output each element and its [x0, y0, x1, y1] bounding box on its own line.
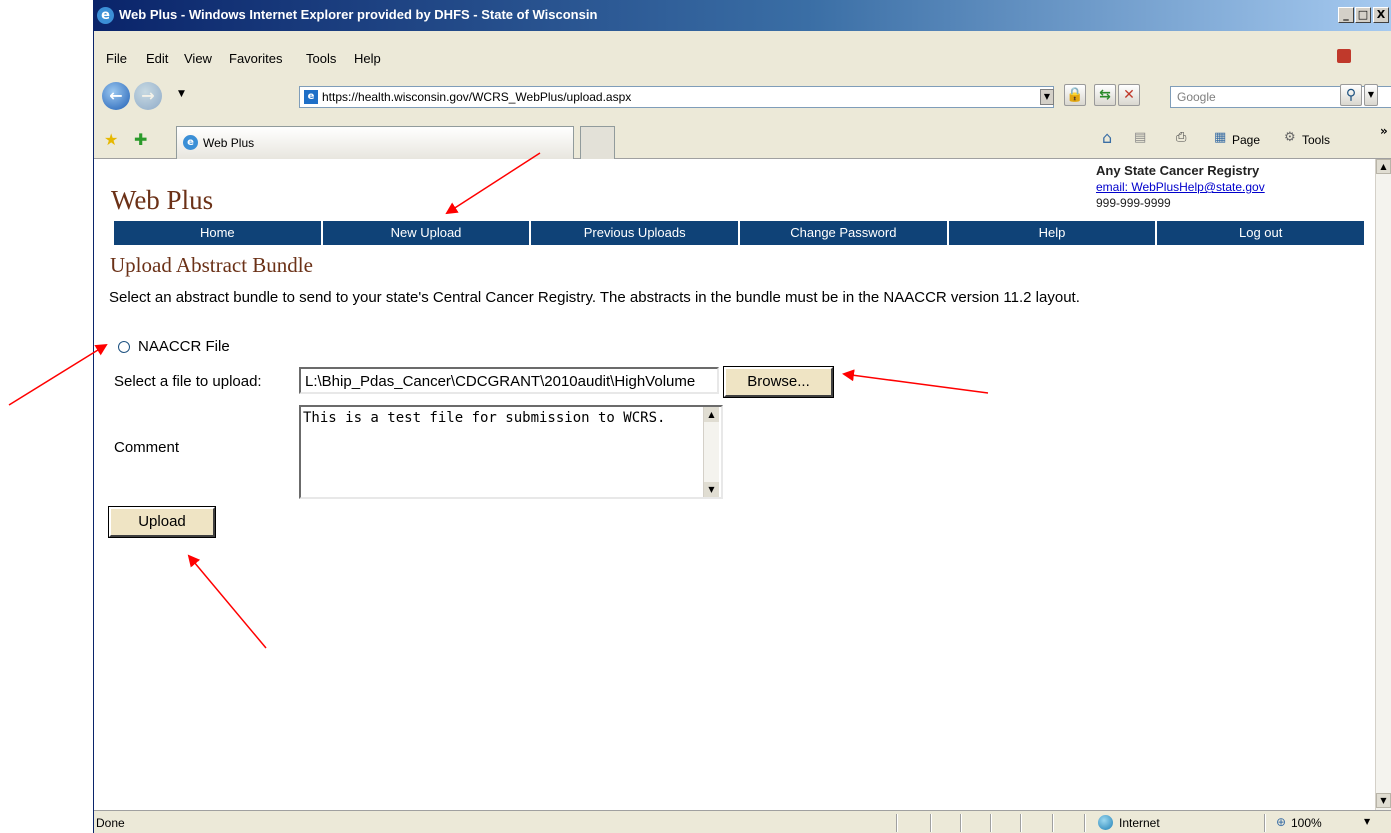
zoom-dropdown-icon[interactable]: ▼ [1364, 817, 1370, 826]
nav-home[interactable]: Home [114, 221, 323, 245]
new-tab-button[interactable] [580, 126, 615, 159]
menu-help[interactable]: Help [354, 51, 381, 67]
history-dropdown-icon[interactable]: ▼ [178, 89, 185, 99]
zoom-icon[interactable]: ⊕ [1276, 815, 1286, 829]
page-title: Upload Abstract Bundle [110, 253, 313, 277]
close-button[interactable]: X [1373, 7, 1389, 23]
status-text: Done [96, 816, 125, 830]
page-content: Web Plus Any State Cancer Registry email… [94, 159, 1375, 810]
tools-gear-icon: ⚙ [1284, 130, 1296, 145]
page-scroll-up-icon[interactable]: ▲ [1376, 159, 1391, 174]
menu-bar: File Edit View Favorites Tools Help [94, 31, 1391, 73]
nav-new-upload[interactable]: New Upload [323, 221, 532, 245]
search-placeholder: Google [1177, 90, 1216, 104]
search-options-icon[interactable]: ▼ [1364, 84, 1378, 106]
back-icon[interactable]: ← [102, 82, 130, 110]
feeds-icon[interactable]: ▤ [1134, 131, 1146, 145]
favorites-star-icon[interactable]: ★ [104, 132, 118, 148]
page-scrollbar[interactable]: ▲ ▼ [1375, 159, 1391, 810]
internet-zone-icon [1098, 815, 1113, 830]
comment-value: This is a test file for submission to WC… [303, 410, 666, 426]
address-url[interactable]: https://health.wisconsin.gov/WCRS_WebPlu… [322, 90, 631, 104]
org-email-link[interactable]: email: WebPlusHelp@state.gov [1096, 180, 1265, 194]
menu-file[interactable]: File [106, 51, 127, 67]
upload-button[interactable]: Upload [108, 506, 216, 538]
tab-label: Web Plus [203, 136, 255, 150]
security-zone: Internet [1119, 816, 1160, 830]
address-bar[interactable]: e https://health.wisconsin.gov/WCRS_WebP… [299, 86, 1054, 108]
tools-menu[interactable]: Tools [1302, 133, 1330, 147]
nav-log-out[interactable]: Log out [1157, 221, 1364, 245]
home-icon[interactable]: ⌂ [1102, 130, 1112, 146]
window-title: Web Plus - Windows Internet Explorer pro… [119, 7, 598, 22]
menu-edit[interactable]: Edit [146, 51, 168, 67]
nav-change-password[interactable]: Change Password [740, 221, 949, 245]
intro-text: Select an abstract bundle to send to you… [109, 289, 1080, 306]
status-divider [1052, 814, 1054, 832]
site-nav: Home New Upload Previous Uploads Change … [114, 221, 1364, 245]
address-dropdown-icon[interactable]: ▼ [1040, 89, 1054, 105]
search-icon[interactable]: ⚲ [1340, 84, 1362, 106]
print-icon[interactable]: ⎙ [1176, 131, 1186, 145]
minimize-button[interactable]: _ [1338, 7, 1354, 23]
stop-icon[interactable]: ✕ [1118, 84, 1140, 106]
overflow-chevron-icon[interactable]: » [1380, 125, 1388, 137]
lock-icon[interactable]: 🔒 [1064, 84, 1086, 106]
org-name: Any State Cancer Registry [1096, 163, 1260, 178]
menu-view[interactable]: View [184, 51, 212, 67]
status-divider [1084, 814, 1086, 832]
nav-help[interactable]: Help [949, 221, 1158, 245]
page-menu-icon: ▦ [1214, 130, 1227, 145]
site-brand: Web Plus [111, 185, 214, 215]
menu-favorites[interactable]: Favorites [229, 51, 282, 67]
page-scroll-down-icon[interactable]: ▼ [1376, 793, 1391, 808]
naaccr-file-radio[interactable] [118, 341, 130, 353]
translate-icon[interactable] [1337, 49, 1351, 63]
file-path-input[interactable]: L:\Bhip_Pdas_Cancer\CDCGRANT\2010audit\H… [299, 367, 719, 394]
address-toolbar: ← → ▼ e https://health.wisconsin.gov/WCR… [94, 73, 1391, 121]
status-divider [1020, 814, 1022, 832]
menu-tools[interactable]: Tools [306, 51, 336, 67]
page-icon: e [304, 90, 318, 104]
refresh-icon[interactable]: ⇆ [1094, 84, 1116, 106]
status-divider [1264, 814, 1266, 832]
comment-textarea[interactable]: This is a test file for submission to WC… [299, 405, 723, 499]
add-favorite-icon[interactable]: ✚ [134, 132, 147, 148]
title-bar[interactable]: e Web Plus - Windows Internet Explorer p… [93, 0, 1391, 31]
maximize-button[interactable]: □ [1355, 7, 1371, 23]
tab-ie-icon: e [183, 135, 198, 150]
arrow-to-naaccr-radio [8, 343, 108, 406]
comment-scrollbar[interactable]: ▲ ▼ [703, 407, 719, 497]
file-upload-label: Select a file to upload: [114, 373, 262, 390]
status-divider [960, 814, 962, 832]
comment-label: Comment [114, 439, 180, 456]
page-menu[interactable]: Page [1232, 133, 1260, 147]
browse-button[interactable]: Browse... [723, 366, 834, 398]
scroll-down-icon[interactable]: ▼ [704, 482, 719, 497]
tab-toolbar: ★ ✚ e Web Plus ⌂ ▤ ⎙ ▦ Page ⚙ Tools » [94, 121, 1391, 159]
forward-icon[interactable]: → [134, 82, 162, 110]
nav-previous-uploads[interactable]: Previous Uploads [531, 221, 741, 245]
ie-logo-icon: e [97, 7, 114, 24]
file-path-value: L:\Bhip_Pdas_Cancer\CDCGRANT\2010audit\H… [305, 373, 696, 390]
status-divider [896, 814, 898, 832]
org-phone: 999-999-9999 [1096, 196, 1171, 210]
status-divider [990, 814, 992, 832]
status-divider [930, 814, 932, 832]
zoom-level[interactable]: 100% [1291, 816, 1322, 830]
naaccr-file-label: NAACCR File [138, 338, 230, 355]
tab-web-plus[interactable]: e Web Plus [176, 126, 574, 159]
scroll-up-icon[interactable]: ▲ [704, 407, 719, 422]
status-bar: Done Internet ⊕ 100% ▼ [94, 810, 1391, 833]
